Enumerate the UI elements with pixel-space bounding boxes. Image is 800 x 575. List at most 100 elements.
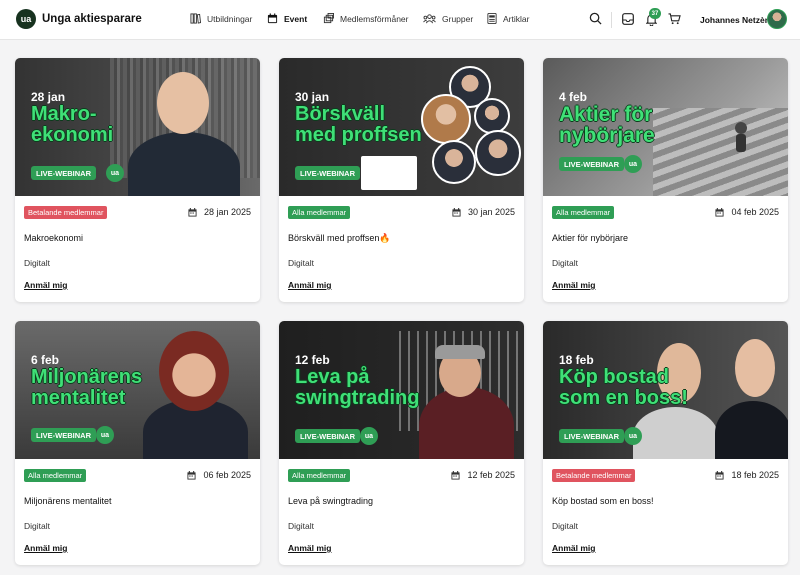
ua-logo-icon: ua [360, 427, 378, 445]
nav-item-artiklar[interactable]: Artiklar [487, 13, 529, 24]
live-webinar-badge: LIVE-WEBINAR [31, 428, 96, 442]
speaker-photo [432, 140, 476, 184]
cart-icon[interactable] [668, 13, 681, 25]
user-name[interactable]: Johannes Netzèn [700, 15, 770, 25]
banner-date: 18 feb [559, 353, 594, 367]
nav-item-event[interactable]: Event [267, 13, 307, 24]
register-link[interactable]: Anmäl mig [288, 543, 331, 553]
membership-tag: Betalande medlemmar [552, 469, 636, 482]
ua-logo-icon: ua [106, 164, 124, 182]
avatar[interactable] [767, 9, 787, 29]
speaker-photo [474, 98, 510, 134]
event-title: Börskväll med proffsen🔥 [288, 233, 391, 243]
event-date: 28 jan 2025 [188, 207, 251, 217]
event-card[interactable]: 30 jan Börskväll med proffsen LIVE-WEBIN… [279, 58, 524, 302]
event-location: Digitalt [288, 521, 314, 531]
event-location: Digitalt [24, 258, 50, 268]
event-title: Miljonärens mentalitet [24, 496, 112, 506]
brand-name: Unga aktiesparare [42, 13, 142, 25]
banner-cap [435, 345, 485, 359]
banner-person-head [159, 331, 229, 411]
live-webinar-badge: LIVE-WEBINAR [295, 166, 360, 180]
nav-label: Medlemsförmåner [340, 13, 409, 24]
membership-tag: Alla medlemmar [288, 469, 351, 482]
calendar-icon [715, 207, 725, 217]
register-link[interactable]: Anmäl mig [24, 543, 67, 553]
banner-child [735, 122, 747, 134]
calendar-icon [715, 470, 725, 480]
banner-date: 30 jan [295, 90, 330, 104]
banner-person [633, 407, 718, 459]
event-location: Digitalt [552, 258, 578, 268]
nav-item-grupper[interactable]: Grupper [423, 13, 473, 24]
live-webinar-badge: LIVE-WEBINAR [559, 157, 624, 171]
register-link[interactable]: Anmäl mig [552, 543, 595, 553]
event-date-text: 06 feb 2025 [203, 470, 251, 480]
brand-logo[interactable]: ua Unga aktiesparare [16, 9, 142, 29]
banner-person-head [157, 72, 209, 134]
banner-title: Köp bostad som en boss! [559, 366, 688, 409]
banner-date: 6 feb [31, 353, 60, 367]
membership-tag: Betalande medlemmar [24, 206, 108, 219]
calendar-icon [187, 470, 197, 480]
event-location: Digitalt [288, 258, 314, 268]
event-banner[interactable]: 30 jan Börskväll med proffsen LIVE-WEBIN… [279, 58, 524, 196]
header-divider [611, 12, 612, 28]
live-webinar-badge: LIVE-WEBINAR [559, 429, 624, 443]
event-date: 04 feb 2025 [715, 207, 779, 217]
event-banner[interactable]: 6 feb Miljonärens mentalitet LIVE-WEBINA… [15, 321, 260, 459]
event-title: Leva på swingtrading [288, 496, 374, 506]
event-banner[interactable]: 4 feb Aktier för nybörjare LIVE-WEBINAR … [543, 58, 788, 196]
register-link[interactable]: Anmäl mig [552, 280, 595, 290]
banner-date: 28 jan [31, 90, 66, 104]
event-date-text: 18 feb 2025 [731, 470, 779, 480]
inbox-icon[interactable] [622, 13, 634, 25]
calendar-icon [451, 470, 461, 480]
event-banner[interactable]: 28 jan Makro- ekonomi LIVE-WEBINAR ua [15, 58, 260, 196]
event-card[interactable]: 6 feb Miljonärens mentalitet LIVE-WEBINA… [15, 321, 260, 565]
event-banner[interactable]: 18 feb Köp bostad som en boss! LIVE-WEBI… [543, 321, 788, 459]
ua-logo-icon: ua [96, 426, 114, 444]
group-icon [423, 14, 436, 24]
event-card[interactable]: 4 feb Aktier för nybörjare LIVE-WEBINAR … [543, 58, 788, 302]
register-link[interactable]: Anmäl mig [24, 280, 67, 290]
ua-logo-icon: ua [624, 427, 642, 445]
calendar-icon [188, 207, 197, 217]
nav-item-utbildningar[interactable]: Utbildningar [190, 13, 252, 24]
event-banner[interactable]: 12 feb Leva på swingtrading LIVE-WEBINAR… [279, 321, 524, 459]
books-icon [190, 13, 201, 24]
event-date: 06 feb 2025 [187, 470, 251, 480]
event-card[interactable]: 18 feb Köp bostad som en boss! LIVE-WEBI… [543, 321, 788, 565]
nav-label: Event [284, 13, 308, 24]
event-title: Makroekonomi [24, 233, 84, 243]
logo-mark: ua [16, 9, 36, 29]
nav-label: Artiklar [503, 13, 530, 24]
banner-person [715, 401, 788, 459]
banner-title: Aktier för nybörjare [559, 103, 655, 147]
live-webinar-badge: LIVE-WEBINAR [31, 166, 96, 180]
search-icon[interactable] [589, 12, 602, 25]
nav-label: Grupper [442, 13, 474, 24]
gift-icon [323, 13, 334, 24]
register-link[interactable]: Anmäl mig [288, 280, 331, 290]
calendar-icon [452, 207, 461, 217]
article-icon [487, 13, 497, 24]
event-card[interactable]: 28 jan Makro- ekonomi LIVE-WEBINAR ua Be… [15, 58, 260, 302]
event-location: Digitalt [24, 521, 50, 531]
nav-label: Utbildningar [207, 13, 253, 24]
event-card[interactable]: 12 feb Leva på swingtrading LIVE-WEBINAR… [279, 321, 524, 565]
event-date-text: 30 jan 2025 [467, 207, 515, 217]
partner-logos [361, 156, 417, 190]
banner-date: 4 feb [559, 90, 588, 104]
ua-logo-icon: ua [624, 155, 642, 173]
membership-tag: Alla medlemmar [552, 206, 615, 219]
banner-title: Miljonärens mentalitet [31, 366, 143, 409]
event-date: 30 jan 2025 [452, 207, 515, 217]
event-date-text: 28 jan 2025 [203, 207, 251, 217]
membership-tag: Alla medlemmar [24, 469, 87, 482]
event-location: Digitalt [552, 521, 578, 531]
nav-item-medlemsformaner[interactable]: Medlemsförmåner [323, 13, 409, 24]
banner-title: Makro- ekonomi [31, 103, 114, 146]
banner-child-body [736, 134, 746, 152]
speaker-photo [475, 130, 521, 176]
